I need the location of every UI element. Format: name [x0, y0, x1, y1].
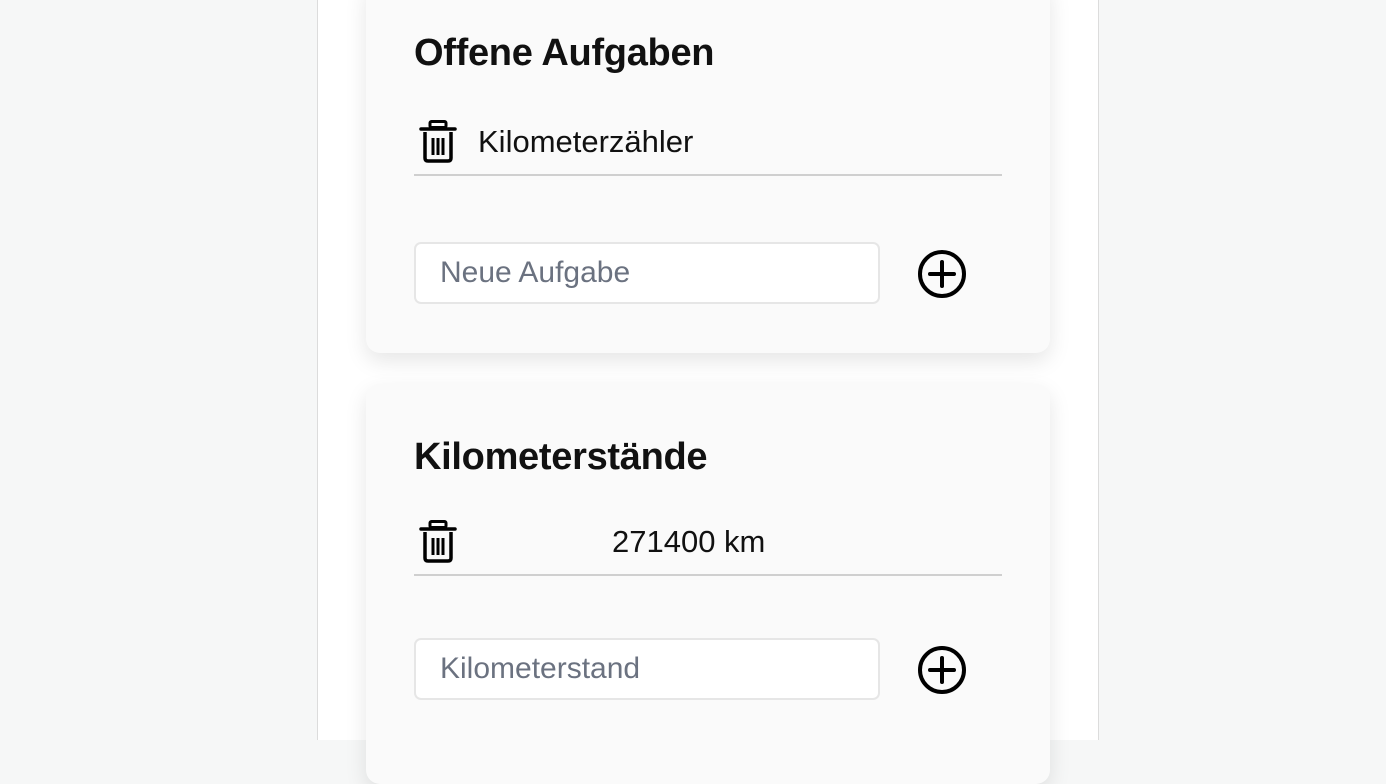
mileage-list-item: 271400 km [414, 514, 1002, 576]
mileage-card: Kilometerstände 271400 km [366, 384, 1050, 784]
plus-circle-icon [918, 250, 966, 298]
trash-icon [419, 520, 457, 563]
add-mileage-button[interactable] [916, 644, 968, 696]
task-label: Kilometerzähler [478, 124, 694, 159]
open-tasks-card: Offene Aufgaben Kilometerzähler [366, 0, 1050, 353]
trash-icon [419, 120, 457, 163]
task-list-item: Kilometerzähler [414, 114, 1002, 176]
new-mileage-input[interactable] [414, 638, 880, 700]
delete-task-button[interactable] [418, 120, 458, 164]
mileage-value: 271400 km [612, 524, 766, 559]
plus-circle-icon [918, 646, 966, 694]
add-task-button[interactable] [916, 248, 968, 300]
delete-mileage-button[interactable] [418, 520, 458, 564]
new-task-input[interactable] [414, 242, 880, 304]
mileage-title: Kilometerstände [414, 436, 708, 478]
open-tasks-title: Offene Aufgaben [414, 32, 715, 74]
